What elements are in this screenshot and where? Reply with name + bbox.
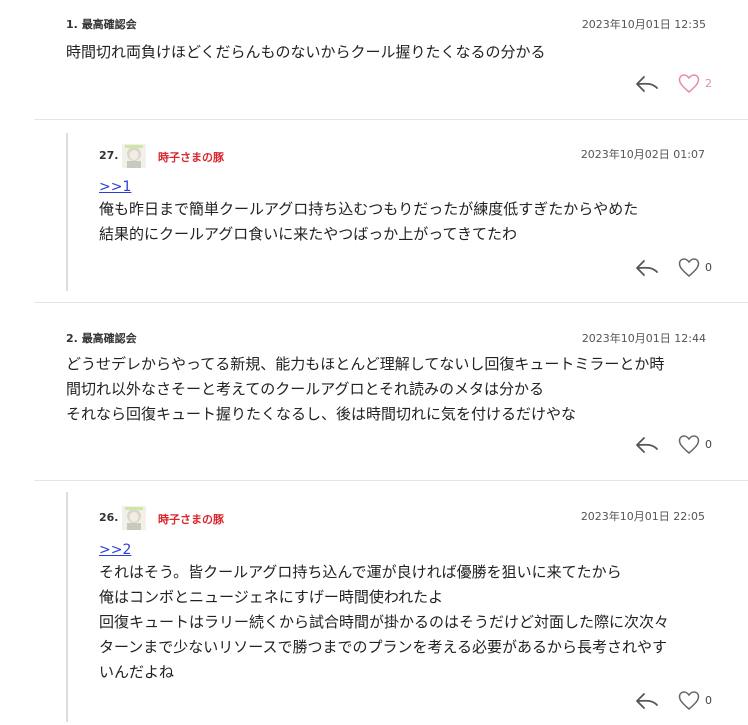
reply-number: 27. (99, 149, 119, 162)
divider (34, 480, 748, 481)
reply-anchor-link[interactable]: >>1 (99, 177, 638, 197)
heart-icon[interactable] (678, 257, 700, 279)
comment-line: 俺はコンボとニュージェネにすげー時間使われたよ (99, 588, 444, 606)
avatar[interactable] (122, 144, 146, 168)
comment-header: 1. 最高確認会 2023年10月01日 12:35 (66, 16, 706, 36)
comment-1: 1. 最高確認会 2023年10月01日 12:35 時間切れ両負けほどくだらん… (66, 16, 706, 96)
reply-thread-bar (66, 133, 68, 291)
comment-line: それなら回復キュート握りたくなるし、後は時間切れに気を付けるだけやな (66, 405, 577, 423)
comment-line: ターンまで少ないリソースで勝つまでのプランを考える必要があるから長考されやす (99, 638, 668, 656)
comment-date: 2023年10月01日 12:35 (581, 18, 706, 31)
comment-line: 結果的にクールアグロ食いに来たやつばっか上がってきてたわ (99, 225, 518, 243)
heart-icon[interactable] (678, 690, 700, 712)
like-count: 0 (705, 694, 712, 707)
like-count: 0 (705, 438, 712, 451)
comment-date: 2023年10月01日 22:05 (580, 510, 705, 523)
reply-number: 26. (99, 511, 119, 524)
comment-line: 俺も昨日まで簡単クールアグロ持ち込むつもりだったが練度低すぎたからやめた (99, 200, 639, 218)
heart-icon[interactable] (678, 434, 700, 456)
comment-actions: 0 (634, 257, 734, 281)
comment-line: それはそう。皆クールアグロ持ち込んで運が良ければ優勝を狙いに来てたから (99, 563, 622, 581)
username[interactable]: 時子さまの豚 (158, 149, 224, 165)
comment-author: 1. 最高確認会 (66, 18, 137, 31)
reply-arrow-icon[interactable] (634, 73, 660, 95)
divider (34, 119, 748, 120)
reply-27: 27. 時子さまの豚 2023年10月02日 01:07 >>1 俺も昨日まで簡… (99, 144, 705, 266)
heart-icon[interactable] (678, 73, 700, 95)
comment-actions: 0 (634, 434, 734, 458)
username[interactable]: 時子さまの豚 (158, 511, 224, 527)
reply-arrow-icon[interactable] (634, 690, 660, 712)
comment-header: 2. 最高確認会 2023年10月01日 12:44 (66, 330, 706, 350)
like-count: 2 (705, 77, 712, 90)
comment-author: 2. 最高確認会 (66, 332, 137, 345)
comment-thread-page: 1. 最高確認会 2023年10月01日 12:35 時間切れ両負けほどくだらん… (0, 0, 748, 725)
comment-line: いんだよね (99, 663, 175, 681)
reply-arrow-icon[interactable] (634, 434, 660, 456)
comment-body: >>2 それはそう。皆クールアグロ持ち込んで運が良ければ優勝を狙いに来てたから … (99, 540, 669, 685)
divider (34, 302, 748, 303)
like-count: 0 (705, 261, 712, 274)
comment-actions: 2 (634, 73, 734, 97)
comment-date: 2023年10月02日 01:07 (580, 148, 705, 161)
comment-body: 時間切れ両負けほどくだらんものないからクール握りたくなるの分かる (66, 40, 546, 65)
reply-thread-bar (66, 492, 68, 722)
reply-26: 26. 時子さまの豚 2023年10月01日 22:05 >>2 それはそう。皆… (99, 506, 705, 688)
comment-line: 間切れ以外なさそーと考えてのクールアグロとそれ読みのメタは分かる (66, 380, 545, 398)
comment-actions: 0 (634, 690, 734, 714)
reply-anchor-link[interactable]: >>2 (99, 540, 669, 560)
comment-body: どうせデレからやってる新規、能力もほとんど理解してないし回復キュートミラーとか時… (66, 352, 664, 427)
comment-date: 2023年10月01日 12:44 (581, 332, 706, 345)
comment-line: 回復キュートはラリー続くから試合時間が掛かるのはそうだけど対面した際に次次々 (99, 613, 670, 631)
comment-body: >>1 俺も昨日まで簡単クールアグロ持ち込むつもりだったが練度低すぎたからやめた… (99, 177, 638, 247)
comment-line: 時間切れ両負けほどくだらんものないからクール握りたくなるの分かる (66, 43, 546, 61)
comment-line: どうせデレからやってる新規、能力もほとんど理解してないし回復キュートミラーとか時 (66, 355, 665, 373)
avatar[interactable] (122, 506, 146, 530)
comment-2: 2. 最高確認会 2023年10月01日 12:44 どうせデレからやってる新規… (66, 330, 706, 430)
reply-arrow-icon[interactable] (634, 257, 660, 279)
